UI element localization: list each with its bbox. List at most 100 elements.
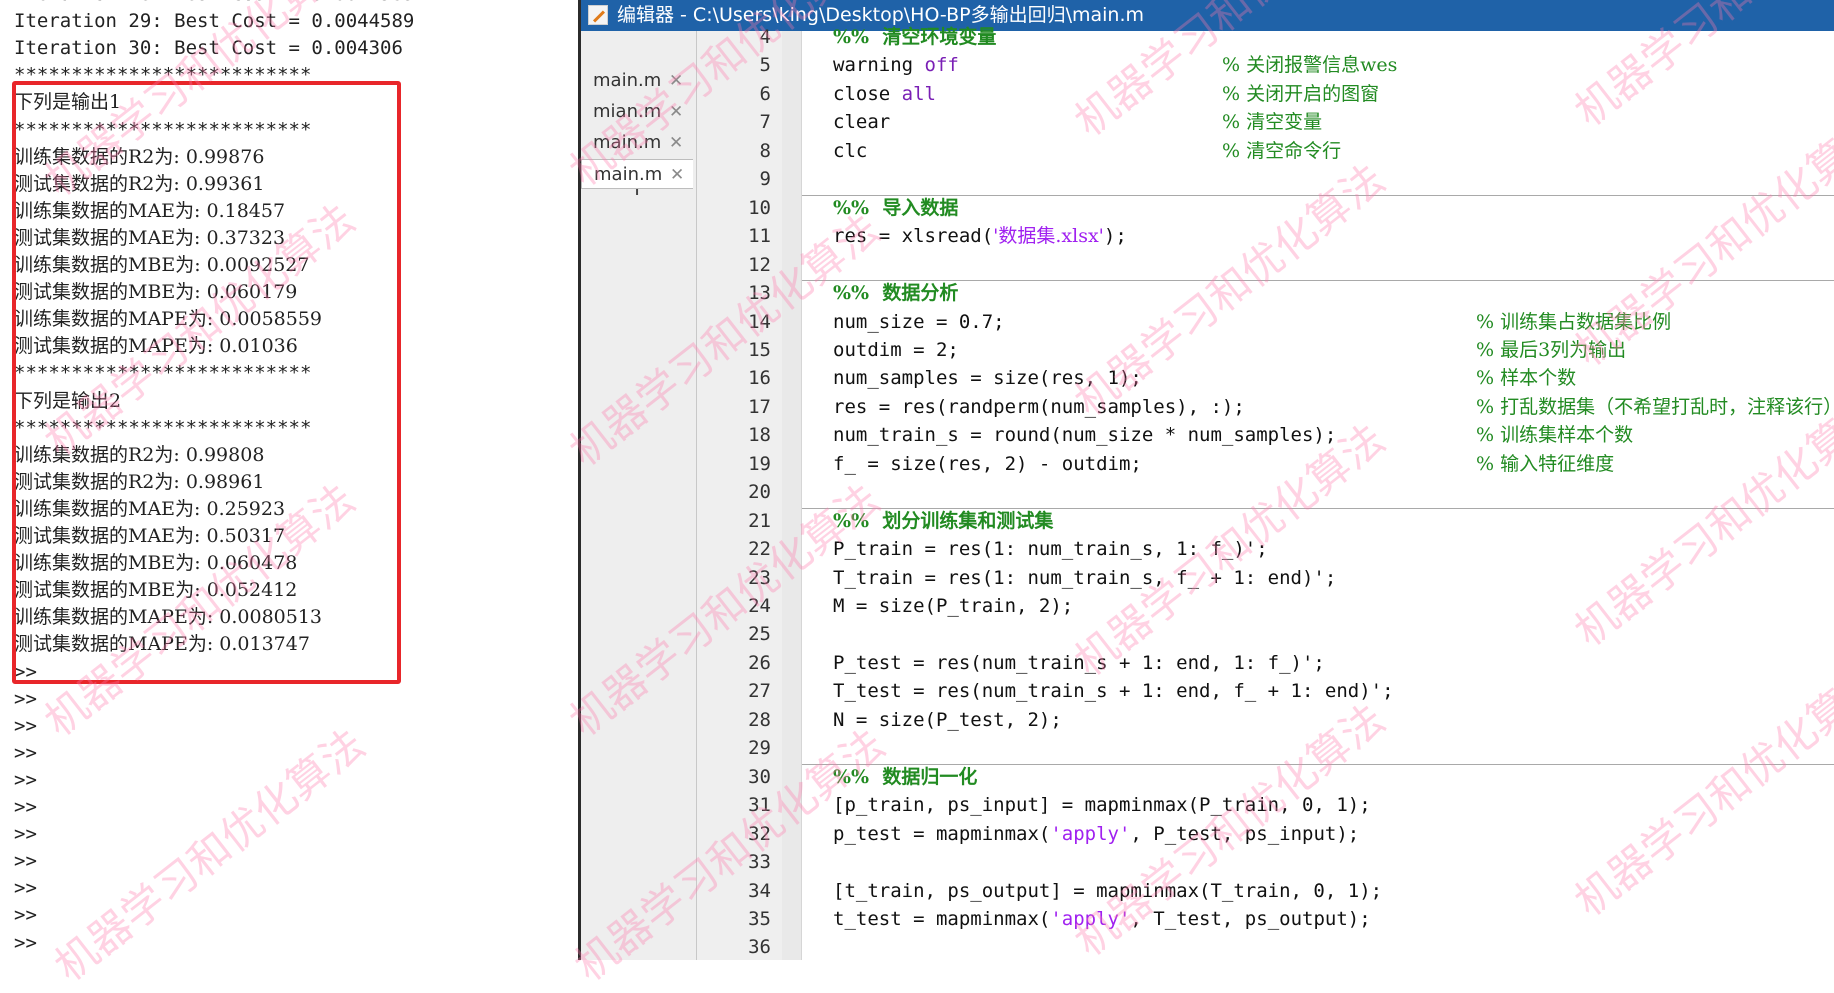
code-comment: % 关闭报警信息wes [1222, 54, 1398, 77]
code-line[interactable]: %% 数据归一化 [833, 763, 977, 791]
command-prompt: >> [14, 904, 37, 927]
section-title: %% 数据分析 [833, 282, 959, 305]
close-icon[interactable]: ✕ [670, 160, 684, 190]
line-number: 23 [748, 566, 771, 589]
command-prompt: >> [14, 768, 37, 791]
output-line: 训练集数据的MBE为: 0.0092527 [14, 254, 310, 276]
code-line[interactable]: num_train_s = round(num_size * num_sampl… [833, 421, 1336, 449]
command-prompt: >> [14, 741, 37, 764]
output-line: 测试集数据的R2为: 0.99361 [14, 172, 265, 195]
code-line[interactable]: t_test = mapminmax('apply', T_test, ps_o… [833, 905, 1371, 933]
line-number: 19 [748, 452, 771, 475]
code-line[interactable]: f_ = size(res, 2) - outdim; [833, 450, 1142, 478]
file-tab[interactable]: main.m ✕ [581, 128, 693, 158]
line-number: 33 [748, 851, 771, 874]
output-line: ************************** [14, 118, 312, 141]
code-text: T_train = res(1: num_train_s, f_ + 1: en… [833, 566, 1337, 589]
output-line: 测试集数据的R2为: 0.98961 [14, 470, 265, 493]
code-line[interactable]: %% 划分训练集和测试集 [833, 507, 1053, 535]
code-line[interactable]: %% 导入数据 [833, 194, 958, 222]
command-prompt: >> [14, 796, 37, 818]
keyword: all [901, 82, 936, 105]
line-number: 27 [748, 680, 771, 703]
line-number: 8 [759, 139, 771, 162]
line-number: 12 [748, 253, 771, 276]
output-line: 测试集数据的MBE为: 0.052412 [14, 579, 298, 602]
code-line[interactable]: N = size(P_test, 2); [833, 706, 1062, 734]
section-title: %% 划分训练集和测试集 [833, 509, 1054, 532]
output-line: 测试集数据的MAPE为: 0.013747 [14, 633, 310, 656]
code-line[interactable]: close all [833, 80, 936, 108]
code-line[interactable]: num_size = 0.7; [833, 308, 1005, 336]
line-number: 22 [748, 538, 771, 561]
file-tab[interactable]: main.m ✕ [581, 159, 693, 189]
code-line[interactable]: clear [833, 108, 890, 136]
code-line[interactable]: p_test = mapminmax('apply', P_test, ps_i… [833, 820, 1359, 848]
command-prompt: >> [14, 877, 37, 900]
code-text: warning [833, 54, 925, 77]
code-text: ); [1103, 225, 1127, 248]
code-area[interactable]: %% 清空环境变量 warning off % 关闭报警信息wes close all… [802, 26, 1834, 960]
string-literal: 'apply' [1050, 907, 1131, 930]
close-icon[interactable]: ✕ [669, 128, 683, 158]
editor-icon [588, 5, 608, 25]
code-text: [p_train, ps_input] = mapminmax(P_train,… [833, 794, 1371, 817]
code-line[interactable]: [p_train, ps_input] = mapminmax(P_train,… [833, 791, 1371, 819]
file-tab[interactable]: mian.m ✕ [581, 97, 693, 127]
code-text: num_size = 0.7; [833, 310, 1005, 333]
code-line[interactable]: res = xlsread('数据集.xlsx'); [833, 222, 1127, 250]
code-line[interactable]: num_samples = size(res, 1); [833, 364, 1142, 392]
code-line[interactable]: M = size(P_train, 2); [833, 592, 1073, 620]
section-title: %% 数据归一化 [833, 765, 978, 788]
command-prompt: >> [14, 687, 37, 710]
line-number: 5 [759, 54, 771, 77]
code-text: res = res(randperm(num_samples), :); [833, 395, 1245, 418]
output-line: 训练集数据的R2为: 0.99876 [14, 145, 265, 168]
output-line: ************************** [14, 64, 312, 87]
code-line[interactable]: %% 清空环境变量 [833, 23, 996, 51]
close-icon[interactable]: ✕ [669, 97, 683, 127]
code-line[interactable]: P_train = res(1: num_train_s, 1: f_)'; [833, 535, 1268, 563]
code-line[interactable]: warning off [833, 51, 959, 79]
line-number: 9 [759, 168, 771, 191]
command-window[interactable]: Iteration 28: Best Cost = 0.0044589 Itera… [0, 0, 578, 960]
line-number: 31 [748, 794, 771, 817]
code-text: p_test = mapminmax( [833, 822, 1051, 845]
output-line: 下列是输出2 [14, 389, 122, 412]
code-folding-bar[interactable] [782, 31, 802, 960]
file-tab-label: main.m [594, 164, 663, 185]
close-icon[interactable]: ✕ [669, 66, 683, 96]
code-line[interactable]: clc [833, 137, 867, 165]
keyword: off [924, 54, 959, 77]
code-line[interactable]: outdim = 2; [833, 336, 959, 364]
output-line: 测试集数据的MAE为: 0.37323 [14, 226, 286, 249]
code-line[interactable]: [t_train, ps_output] = mapminmax(T_train… [833, 877, 1382, 905]
line-number: 21 [748, 509, 771, 532]
code-comment: % 训练集占数据集比例 [1476, 310, 1672, 333]
code-comment: % 清空命令行 [1222, 139, 1342, 162]
line-number: 32 [748, 822, 771, 845]
code-line[interactable]: P_test = res(num_train_s + 1: end, 1: f_… [833, 649, 1325, 677]
line-number: 6 [759, 82, 771, 105]
code-text: f_ = size(res, 2) - outdim; [833, 452, 1142, 475]
line-number: 15 [748, 338, 771, 361]
code-text: res = xlsread( [833, 225, 994, 248]
code-comment: % 样本个数 [1476, 367, 1577, 390]
code-line[interactable]: %% 数据分析 [833, 279, 958, 307]
output-line: 测试集数据的MAPE为: 0.01036 [14, 335, 298, 358]
string-literal: '数据集.xlsx' [993, 225, 1104, 248]
code-line[interactable]: T_test = res(num_train_s + 1: end, f_ + … [833, 677, 1394, 705]
code-line[interactable]: T_train = res(1: num_train_s, f_ + 1: en… [833, 564, 1336, 592]
code-text: num_train_s = round(num_size * num_sampl… [833, 424, 1337, 447]
file-tab[interactable]: main.m ✕ [581, 66, 693, 96]
code-text: P_train = res(1: num_train_s, 1: f_)'; [833, 538, 1268, 561]
code-comment: % 清空变量 [1222, 111, 1323, 134]
output-line: 训练集数据的R2为: 0.99808 [14, 443, 265, 466]
editor-window: 编辑器 - C:\Users\king\Desktop\HO-BP多输出回归\m… [581, 0, 1834, 960]
code-comment: % 训练集样本个数 [1476, 424, 1634, 447]
output-line: 训练集数据的MAE为: 0.18457 [14, 199, 286, 222]
code-line[interactable]: res = res(randperm(num_samples), :); [833, 393, 1245, 421]
output-line: ************************** [14, 416, 312, 439]
code-text: num_samples = size(res, 1); [833, 367, 1142, 390]
output-line: 测试集数据的MBE为: 0.060179 [14, 281, 298, 304]
